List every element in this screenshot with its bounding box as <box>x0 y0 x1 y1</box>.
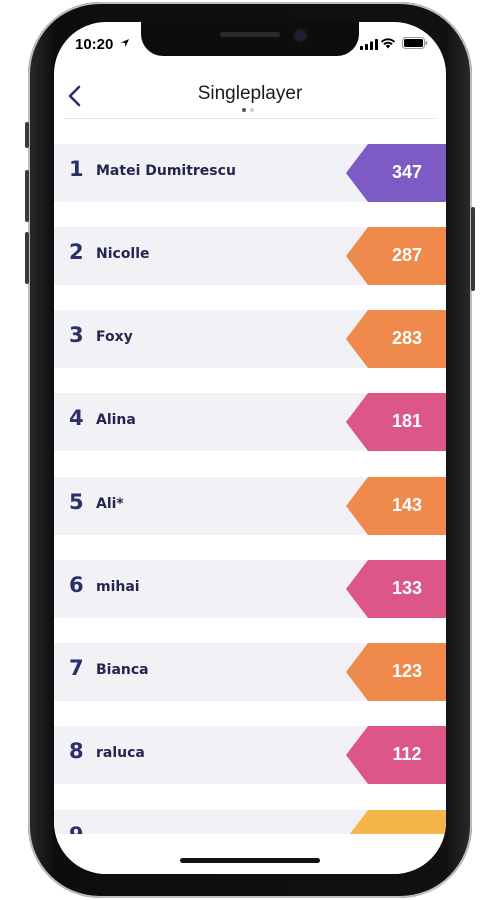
rank-number: 6 <box>69 573 84 597</box>
bottom-safe-area <box>54 834 446 874</box>
rank-number: 8 <box>69 739 84 763</box>
leaderboard-row[interactable]: 3 Foxy 283 <box>54 310 446 368</box>
player-name: Matei Dumitrescu <box>96 163 236 179</box>
rank-number: 2 <box>69 240 84 264</box>
cellular-signal-icon <box>360 39 378 50</box>
volume-up-button <box>25 170 29 222</box>
rank-number: 5 <box>69 490 84 514</box>
leaderboard-row[interactable]: 7 Bianca 123 <box>54 643 446 701</box>
player-score: 283 <box>391 328 423 348</box>
leaderboard-row[interactable]: 4 Alina 181 <box>54 393 446 451</box>
notch <box>141 22 359 56</box>
player-score: 143 <box>391 495 423 515</box>
rank-number: 1 <box>69 157 84 181</box>
leaderboard-row[interactable]: 8 raluca 112 <box>54 726 446 784</box>
leaderboard-row[interactable]: 5 Ali* 143 <box>54 477 446 535</box>
page-title: Singleplayer <box>197 83 303 104</box>
player-name: Foxy <box>96 329 133 345</box>
page-dot-1[interactable] <box>242 108 246 112</box>
front-camera-icon <box>295 30 306 41</box>
leaderboard-row[interactable]: 2 Nicolle 287 <box>54 227 446 285</box>
speaker-grille <box>220 32 280 37</box>
leaderboard-row[interactable]: 1 Matei Dumitrescu 347 <box>54 144 446 202</box>
power-button <box>471 207 475 291</box>
rank-number: 3 <box>69 323 84 347</box>
player-score: 123 <box>391 661 423 681</box>
player-name: mihai <box>96 579 140 595</box>
player-score: 347 <box>391 162 423 182</box>
player-name: Bianca <box>96 662 149 678</box>
page-indicator[interactable] <box>242 108 254 112</box>
player-name: Ali* <box>96 496 124 512</box>
wifi-icon <box>381 38 395 49</box>
battery-icon <box>402 37 428 49</box>
player-score: 181 <box>391 411 423 431</box>
player-score: 133 <box>391 578 423 598</box>
rank-number: 4 <box>69 406 84 430</box>
leaderboard-row[interactable]: 6 mihai 133 <box>54 560 446 618</box>
location-arrow-icon <box>121 39 129 47</box>
home-indicator[interactable] <box>180 858 320 863</box>
player-name: Alina <box>96 412 136 428</box>
player-name: Nicolle <box>96 246 150 262</box>
rank-number: 7 <box>69 656 84 680</box>
player-name: raluca <box>96 745 145 761</box>
status-time: 10:20 <box>75 36 114 53</box>
page-dot-2[interactable] <box>250 108 254 112</box>
mute-switch <box>25 122 29 148</box>
header-divider <box>64 118 436 119</box>
player-score: 112 <box>392 744 422 764</box>
volume-down-button <box>25 232 29 284</box>
player-score: 287 <box>391 245 423 265</box>
phone-screen: 10:20 Singleplayer 1 Matei Dumitrescu 34… <box>54 22 446 874</box>
